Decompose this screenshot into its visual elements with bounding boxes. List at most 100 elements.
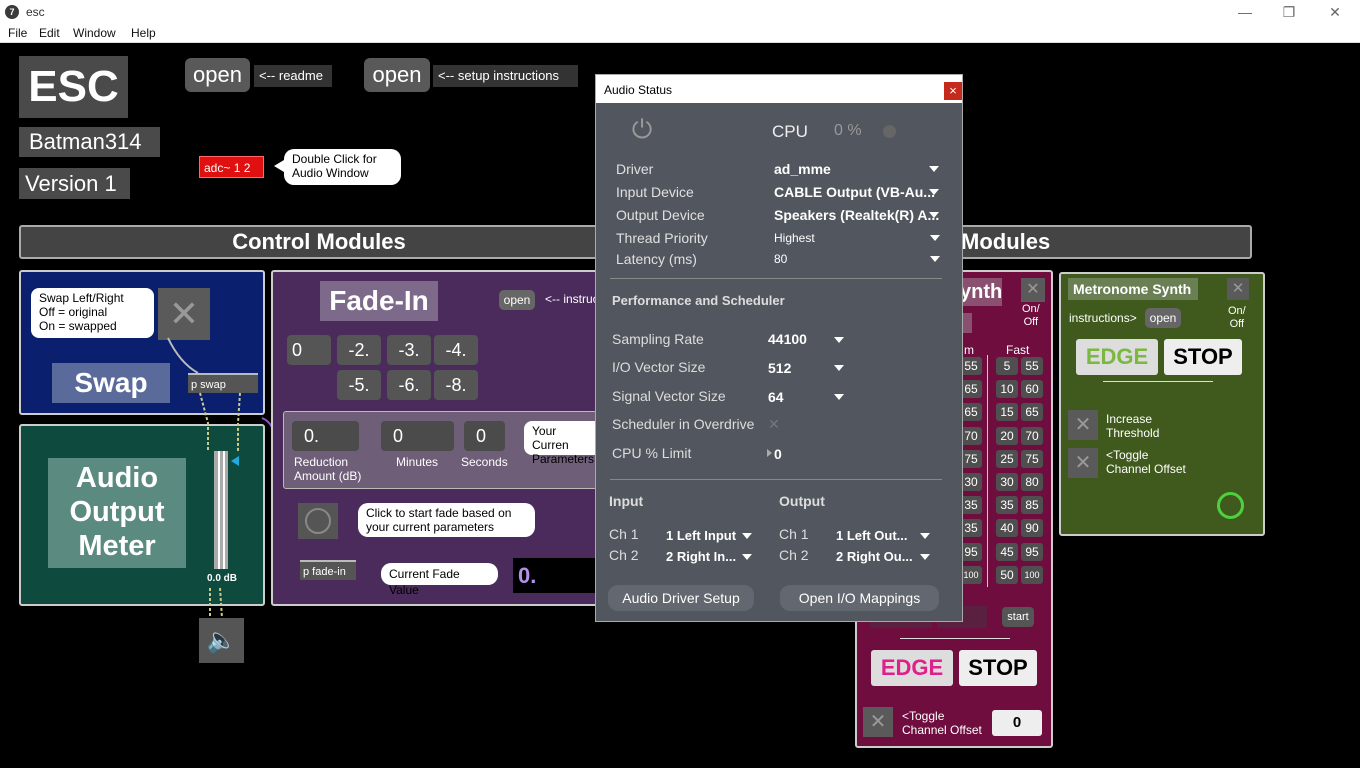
metronome-edge-button[interactable]: EDGE bbox=[1076, 339, 1158, 375]
metronome-offset-toggle[interactable]: ✕ bbox=[1068, 448, 1098, 478]
out-ch2-select[interactable]: 2 Right Ou... bbox=[836, 549, 913, 564]
out-ch1-chevron-down-icon[interactable] bbox=[920, 533, 930, 539]
in-ch1-select[interactable]: 1 Left Input bbox=[666, 528, 736, 543]
out-ch2-chevron-down-icon[interactable] bbox=[920, 554, 930, 560]
app-icon: 7 bbox=[5, 5, 19, 19]
sampling-rate-chevron-down-icon[interactable] bbox=[834, 337, 844, 343]
close-icon[interactable]: ✕ bbox=[1312, 2, 1358, 22]
cpu-limit-number[interactable]: 0 bbox=[774, 446, 782, 462]
reduction-number[interactable]: 0. bbox=[292, 421, 359, 451]
synth-slow-button[interactable]: 75 bbox=[960, 449, 982, 468]
signal-vector-select[interactable]: 64 bbox=[768, 389, 784, 405]
io-vector-select[interactable]: 512 bbox=[768, 360, 791, 376]
synth-fast-button[interactable]: 75 bbox=[1021, 449, 1043, 468]
maximize-icon[interactable]: ❐ bbox=[1266, 2, 1312, 22]
in-ch1-chevron-down-icon[interactable] bbox=[742, 533, 752, 539]
output-device-chevron-down-icon[interactable] bbox=[929, 212, 939, 218]
preset-minus3[interactable]: -3. bbox=[387, 335, 431, 365]
seconds-number[interactable]: 0 bbox=[464, 421, 505, 451]
synth-fast-button[interactable]: 45 bbox=[996, 542, 1018, 561]
overdrive-label: Scheduler in Overdrive bbox=[612, 416, 755, 432]
menu-edit[interactable]: Edit bbox=[39, 26, 60, 40]
thread-priority-label: Thread Priority bbox=[616, 230, 708, 246]
metronome-onoff-toggle[interactable]: ✕ bbox=[1227, 278, 1249, 300]
synth-slow-button[interactable]: 70 bbox=[960, 426, 982, 445]
synth-fast-button[interactable]: 35 bbox=[996, 496, 1018, 515]
out-ch1-select[interactable]: 1 Left Out... bbox=[836, 528, 908, 543]
synth-slow-button[interactable]: 100 bbox=[960, 565, 982, 584]
latency-chevron-down-icon[interactable] bbox=[930, 256, 940, 262]
minimize-icon[interactable]: — bbox=[1222, 2, 1268, 22]
synth-fast-button[interactable]: 15 bbox=[996, 403, 1018, 422]
preset-0[interactable]: 0 bbox=[287, 335, 331, 365]
synth-slow-button[interactable]: 30 bbox=[960, 473, 982, 491]
synth-offset-toggle[interactable]: ✕ bbox=[863, 707, 893, 737]
overdrive-toggle[interactable]: ✕ bbox=[768, 416, 780, 433]
synth-fast-button[interactable]: 100 bbox=[1021, 565, 1043, 584]
synth-slow-button[interactable]: 55 bbox=[960, 357, 982, 375]
synth-stop-button[interactable]: STOP bbox=[959, 650, 1037, 686]
metronome-stop-button[interactable]: STOP bbox=[1164, 339, 1242, 375]
synth-onoff-toggle[interactable]: ✕ bbox=[1021, 278, 1045, 302]
sampling-rate-select[interactable]: 44100 bbox=[768, 331, 807, 347]
increase-threshold-toggle[interactable]: ✕ bbox=[1068, 410, 1098, 440]
input-device-chevron-down-icon[interactable] bbox=[929, 189, 939, 195]
in-ch2-select[interactable]: 2 Right In... bbox=[666, 549, 736, 564]
audio-power-icon[interactable]: ⏻ bbox=[629, 116, 655, 142]
synth-fast-button[interactable]: 95 bbox=[1021, 542, 1043, 561]
synth-fast-button[interactable]: 20 bbox=[996, 426, 1018, 445]
menu-file[interactable]: File bbox=[8, 26, 27, 40]
synth-fast-button[interactable]: 10 bbox=[996, 380, 1018, 399]
synth-fast-button[interactable]: 25 bbox=[996, 449, 1018, 468]
synth-fast-button[interactable]: 55 bbox=[1021, 357, 1043, 375]
fadein-open-button[interactable]: open bbox=[499, 290, 535, 310]
preset-minus4[interactable]: -4. bbox=[434, 335, 478, 365]
output-device-select[interactable]: Speakers (Realtek(R) A... bbox=[774, 207, 939, 223]
dialog-close-button[interactable]: × bbox=[944, 82, 962, 100]
synth-fast-button[interactable]: 85 bbox=[1021, 496, 1043, 515]
menu-help[interactable]: Help bbox=[131, 26, 156, 40]
synth-slow-button[interactable]: 65 bbox=[960, 380, 982, 399]
synth-fast-button[interactable]: 50 bbox=[996, 565, 1018, 584]
synth-fast-button[interactable]: 30 bbox=[996, 473, 1018, 491]
synth-fast-button[interactable]: 40 bbox=[996, 519, 1018, 538]
thread-priority-select[interactable]: Highest bbox=[774, 231, 815, 245]
synth-slow-button[interactable]: 35 bbox=[960, 519, 982, 538]
minutes-number[interactable]: 0 bbox=[381, 421, 454, 451]
preset-minus6[interactable]: -6. bbox=[387, 370, 431, 400]
fadein-instructions-comment: <-- instruc bbox=[545, 292, 599, 306]
driver-select[interactable]: ad_mme bbox=[774, 161, 831, 177]
synth-fast-button[interactable]: 70 bbox=[1021, 426, 1043, 445]
open-io-mappings-button[interactable]: Open I/O Mappings bbox=[780, 585, 939, 611]
synth-slow-button[interactable]: 35 bbox=[960, 496, 982, 515]
thread-priority-chevron-down-icon[interactable] bbox=[930, 235, 940, 241]
preset-minus8[interactable]: -8. bbox=[434, 370, 478, 400]
synth-fast-button[interactable]: 60 bbox=[1021, 380, 1043, 399]
preset-minus5[interactable]: -5. bbox=[337, 370, 381, 400]
signal-vector-chevron-down-icon[interactable] bbox=[834, 394, 844, 400]
fadein-object[interactable]: p fade-in bbox=[300, 560, 356, 580]
synth-fast-button[interactable]: 65 bbox=[1021, 403, 1043, 422]
synth-offset-value[interactable]: 0 bbox=[992, 710, 1042, 736]
synth-fast-button[interactable]: 80 bbox=[1021, 473, 1043, 491]
synth-start-button[interactable]: start bbox=[1002, 607, 1034, 627]
synth-slow-button[interactable]: 65 bbox=[960, 403, 982, 422]
input-device-select[interactable]: CABLE Output (VB-Au... bbox=[774, 184, 935, 200]
synth-slow-button[interactable]: 95 bbox=[960, 542, 982, 561]
latency-select[interactable]: 80 bbox=[774, 252, 787, 266]
io-vector-chevron-down-icon[interactable] bbox=[834, 365, 844, 371]
menu-window[interactable]: Window bbox=[73, 26, 116, 40]
preset-minus2[interactable]: -2. bbox=[337, 335, 381, 365]
metronome-open-button[interactable]: open bbox=[1145, 308, 1181, 328]
dialog-titlebar: Audio Status × bbox=[596, 75, 962, 103]
window-titlebar: 7 esc — ❐ ✕ bbox=[0, 0, 1360, 24]
synth-edge-button[interactable]: EDGE bbox=[871, 650, 953, 686]
driver-chevron-down-icon[interactable] bbox=[929, 166, 939, 172]
fade-start-button[interactable] bbox=[298, 503, 338, 539]
synth-fast-button[interactable]: 5 bbox=[996, 357, 1018, 375]
metronome-offset-label: <Toggle Channel Offset bbox=[1106, 448, 1186, 476]
audio-driver-setup-button[interactable]: Audio Driver Setup bbox=[608, 585, 754, 611]
synth-fast-button[interactable]: 90 bbox=[1021, 519, 1043, 538]
output-device-label: Output Device bbox=[616, 207, 705, 223]
in-ch2-chevron-down-icon[interactable] bbox=[742, 554, 752, 560]
